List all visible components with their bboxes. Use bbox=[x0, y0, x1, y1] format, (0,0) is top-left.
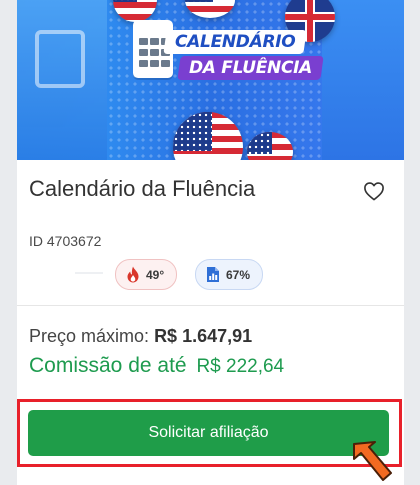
approval-badge: 67% bbox=[195, 259, 264, 290]
max-price-value: R$ 1.647,91 bbox=[154, 326, 253, 346]
arrow-pointer-icon bbox=[353, 441, 392, 481]
banner-title-line2: DA FLUÊNCIA bbox=[177, 56, 324, 80]
section-divider bbox=[17, 305, 404, 306]
heart-outline-icon[interactable] bbox=[363, 181, 385, 201]
commission-label: Comissão de até bbox=[29, 354, 187, 377]
max-price: Preço máximo: R$ 1.647,91 bbox=[29, 326, 252, 347]
banner-title-line1: CALENDÁRIO bbox=[163, 30, 308, 54]
faint-placeholder bbox=[75, 272, 103, 274]
banner-right-panel bbox=[322, 0, 404, 160]
temperature-value: 49° bbox=[146, 267, 165, 282]
flame-icon bbox=[127, 266, 139, 283]
product-card: CALENDÁRIO DA FLUÊNCIA Calendário da Flu… bbox=[17, 0, 404, 485]
max-price-label: Preço máximo: bbox=[29, 326, 150, 346]
temperature-badge: 49° bbox=[115, 259, 178, 290]
product-title: Calendário da Fluência bbox=[29, 176, 256, 201]
commission: Comissão de até R$ 222,64 bbox=[29, 354, 284, 378]
banner-left-panel bbox=[17, 0, 107, 160]
bar-chart-document-icon bbox=[207, 267, 219, 282]
product-banner[interactable]: CALENDÁRIO DA FLUÊNCIA bbox=[17, 0, 404, 160]
product-id: ID 4703672 bbox=[29, 233, 102, 249]
approval-value: 67% bbox=[226, 267, 251, 282]
commission-value: R$ 222,64 bbox=[196, 356, 285, 377]
